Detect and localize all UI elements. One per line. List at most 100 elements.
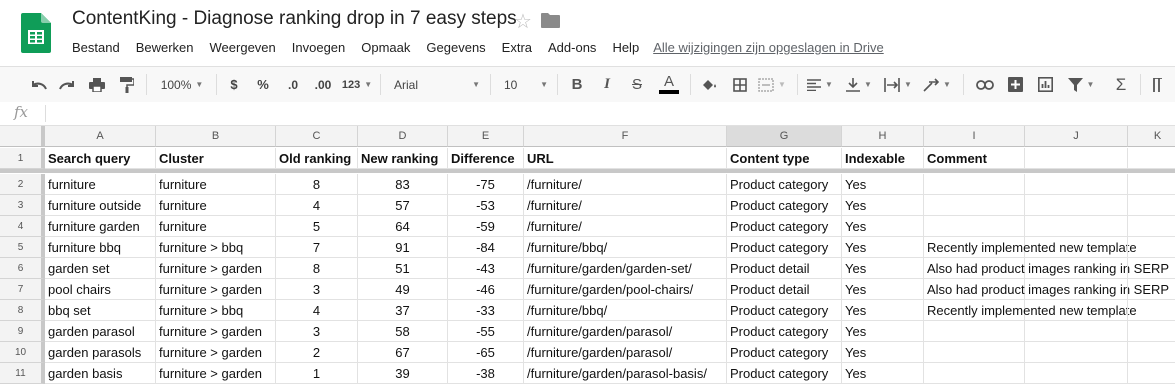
table-cell[interactable] <box>924 363 1025 384</box>
more-formats-button[interactable]: 123 ▼ <box>340 67 374 102</box>
increase-decimal-button[interactable]: .00 <box>311 67 335 102</box>
table-cell[interactable]: Product category <box>727 174 842 195</box>
header-cell[interactable]: URL <box>524 148 727 169</box>
header-cell[interactable]: Old ranking <box>276 148 358 169</box>
table-cell[interactable]: 37 <box>358 300 448 321</box>
table-cell[interactable]: 4 <box>276 300 358 321</box>
table-cell[interactable]: 1 <box>276 363 358 384</box>
row-header[interactable]: 1 <box>0 148 45 169</box>
table-cell[interactable] <box>1128 342 1175 363</box>
menu-help[interactable]: Help <box>612 40 639 55</box>
table-cell[interactable]: furniture outside <box>45 195 156 216</box>
table-cell[interactable]: furniture <box>156 174 276 195</box>
table-cell[interactable]: Product category <box>727 363 842 384</box>
table-cell[interactable]: -75 <box>448 174 524 195</box>
header-cell[interactable]: Difference <box>448 148 524 169</box>
table-cell[interactable]: 8 <box>276 174 358 195</box>
table-cell[interactable] <box>1025 216 1128 237</box>
table-cell[interactable] <box>1128 258 1175 279</box>
table-cell[interactable]: pool chairs <box>45 279 156 300</box>
table-cell[interactable]: Product category <box>727 321 842 342</box>
column-header-a[interactable]: A <box>45 126 156 147</box>
table-cell[interactable]: Product detail <box>727 258 842 279</box>
row-header[interactable]: 4 <box>0 216 45 237</box>
table-cell[interactable]: 49 <box>358 279 448 300</box>
insert-chart-icon[interactable] <box>1034 67 1056 102</box>
table-cell[interactable] <box>1128 195 1175 216</box>
table-cell[interactable]: -53 <box>448 195 524 216</box>
column-header-j[interactable]: J <box>1025 126 1128 147</box>
table-cell[interactable] <box>1025 195 1128 216</box>
table-cell[interactable]: 2 <box>276 342 358 363</box>
table-cell[interactable]: garden basis <box>45 363 156 384</box>
select-all-corner[interactable] <box>0 126 45 147</box>
table-cell[interactable] <box>1025 342 1128 363</box>
header-cell[interactable]: Cluster <box>156 148 276 169</box>
table-cell[interactable]: furniture > garden <box>156 363 276 384</box>
table-cell[interactable]: 51 <box>358 258 448 279</box>
table-cell[interactable]: 39 <box>358 363 448 384</box>
paint-format-icon[interactable] <box>116 67 138 102</box>
table-cell[interactable]: -59 <box>448 216 524 237</box>
header-cell[interactable]: Indexable <box>842 148 924 169</box>
save-status-link[interactable]: Alle wijzigingen zijn opgeslagen in Driv… <box>653 40 884 55</box>
table-cell[interactable]: -43 <box>448 258 524 279</box>
menu-extra[interactable]: Extra <box>502 40 532 55</box>
menu-opmaak[interactable]: Opmaak <box>361 40 410 55</box>
redo-icon[interactable] <box>56 67 78 102</box>
table-cell[interactable]: -38 <box>448 363 524 384</box>
row-header[interactable]: 9 <box>0 321 45 342</box>
column-header-i[interactable]: I <box>924 126 1025 147</box>
filter-icon[interactable]: ▼ <box>1064 67 1098 102</box>
table-cell[interactable]: furniture > garden <box>156 321 276 342</box>
menu-gegevens[interactable]: Gegevens <box>426 40 485 55</box>
table-cell[interactable]: /furniture/garden/pool-chairs/ <box>524 279 727 300</box>
table-cell[interactable]: furniture > bbq <box>156 300 276 321</box>
menu-bestand[interactable]: Bestand <box>72 40 120 55</box>
table-cell[interactable] <box>1025 237 1128 258</box>
print-icon[interactable] <box>86 67 108 102</box>
table-cell[interactable] <box>1025 174 1128 195</box>
table-cell[interactable]: furniture <box>156 216 276 237</box>
row-header[interactable]: 2 <box>0 174 45 195</box>
table-cell[interactable]: 4 <box>276 195 358 216</box>
table-cell[interactable]: Yes <box>842 321 924 342</box>
table-cell[interactable]: 83 <box>358 174 448 195</box>
table-cell[interactable]: Product category <box>727 237 842 258</box>
table-cell[interactable]: Also had product images ranking in SERP <box>924 258 1169 279</box>
table-cell[interactable]: Product detail <box>727 279 842 300</box>
table-cell[interactable]: garden parasol <box>45 321 156 342</box>
folder-icon[interactable] <box>541 13 560 28</box>
table-cell[interactable]: 58 <box>358 321 448 342</box>
table-cell[interactable] <box>924 342 1025 363</box>
menu-invoegen[interactable]: Invoegen <box>292 40 346 55</box>
text-rotation-icon[interactable]: ▼ <box>922 67 952 102</box>
decrease-decimal-button[interactable]: .0 <box>282 67 304 102</box>
table-cell[interactable]: 3 <box>276 279 358 300</box>
table-cell[interactable]: Yes <box>842 279 924 300</box>
table-cell[interactable]: Recently implemented new template <box>924 237 1137 258</box>
table-cell[interactable]: -46 <box>448 279 524 300</box>
text-color-button[interactable]: A <box>658 67 680 102</box>
table-cell[interactable]: Yes <box>842 258 924 279</box>
table-cell[interactable]: Product category <box>727 216 842 237</box>
table-cell[interactable]: Yes <box>842 342 924 363</box>
header-cell[interactable]: Search query <box>45 148 156 169</box>
row-header[interactable]: 10 <box>0 342 45 363</box>
table-cell[interactable] <box>1128 363 1175 384</box>
table-cell[interactable] <box>1128 279 1175 300</box>
table-cell[interactable] <box>1025 300 1128 321</box>
menu-add-ons[interactable]: Add-ons <box>548 40 596 55</box>
table-cell[interactable]: furniture > garden <box>156 342 276 363</box>
header-cell[interactable] <box>1025 148 1128 169</box>
row-header[interactable]: 5 <box>0 237 45 258</box>
table-cell[interactable]: /furniture/bbq/ <box>524 300 727 321</box>
table-cell[interactable]: Product category <box>727 300 842 321</box>
table-cell[interactable]: Recently implemented new template <box>924 300 1137 321</box>
table-cell[interactable]: Yes <box>842 195 924 216</box>
table-cell[interactable]: furniture > bbq <box>156 237 276 258</box>
table-cell[interactable] <box>1025 279 1128 300</box>
undo-icon[interactable] <box>27 67 49 102</box>
table-cell[interactable] <box>924 195 1025 216</box>
functions-button[interactable]: Σ <box>1110 67 1132 102</box>
